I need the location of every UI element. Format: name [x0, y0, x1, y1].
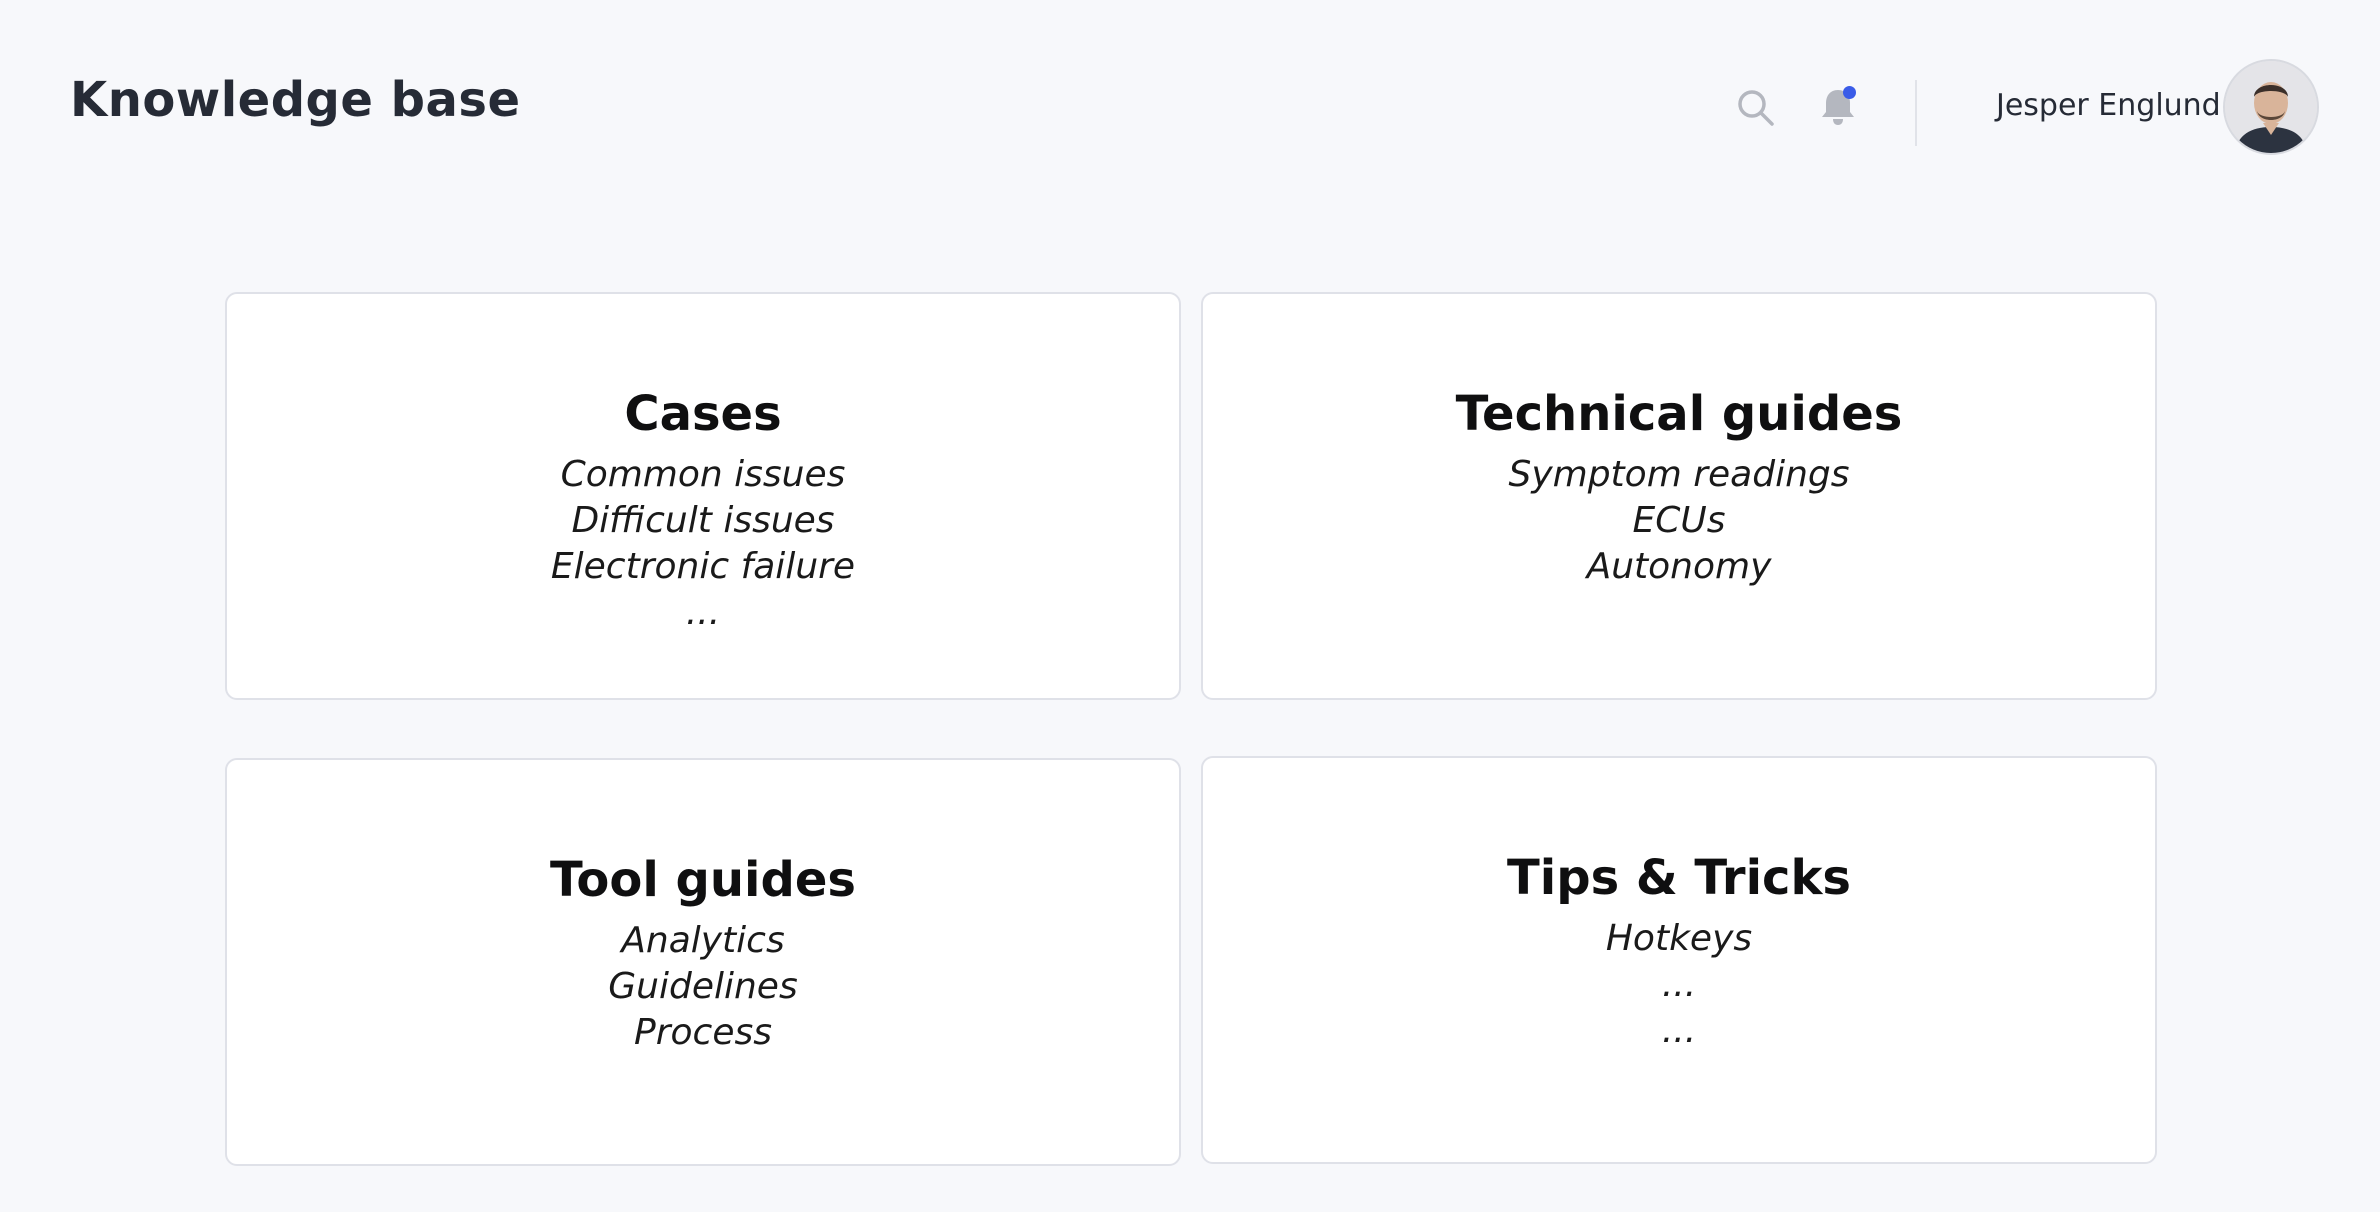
- card-item[interactable]: Difficult issues: [227, 498, 1179, 544]
- card-item[interactable]: Symptom readings: [1203, 452, 2155, 498]
- card-item[interactable]: Autonomy: [1203, 544, 2155, 590]
- card-item: ...: [1661, 1010, 1697, 1051]
- card-item: ...: [1661, 964, 1697, 1005]
- card-title: Tool guides: [550, 852, 856, 908]
- category-grid: Cases Common issues Difficult issues Ele…: [0, 0, 2380, 1212]
- card-title: Technical guides: [1455, 386, 1903, 442]
- card-item: ...: [685, 592, 721, 633]
- card-item[interactable]: ECUs: [1203, 498, 2155, 544]
- card-item[interactable]: Common issues: [227, 452, 1179, 498]
- card-title: Cases: [624, 386, 782, 442]
- card-title: Tips & Tricks: [1507, 850, 1851, 906]
- card-item[interactable]: Analytics: [227, 918, 1179, 964]
- card-item[interactable]: Hotkeys: [1203, 916, 2155, 962]
- card-item[interactable]: Electronic failure: [227, 544, 1179, 590]
- category-card-tips-and-tricks[interactable]: Tips & Tricks Hotkeys ... ...: [1201, 756, 2157, 1164]
- card-item[interactable]: Process: [227, 1010, 1179, 1056]
- card-item-list: Analytics Guidelines Process: [227, 918, 1179, 1056]
- card-item-list: Symptom readings ECUs Autonomy: [1203, 452, 2155, 590]
- card-item-list: Hotkeys ... ...: [1203, 916, 2155, 1054]
- card-item-list: Common issues Difficult issues Electroni…: [227, 452, 1179, 636]
- category-card-tool-guides[interactable]: Tool guides Analytics Guidelines Process: [225, 758, 1181, 1166]
- card-item[interactable]: Guidelines: [227, 964, 1179, 1010]
- category-card-cases[interactable]: Cases Common issues Difficult issues Ele…: [225, 292, 1181, 700]
- category-card-technical-guides[interactable]: Technical guides Symptom readings ECUs A…: [1201, 292, 2157, 700]
